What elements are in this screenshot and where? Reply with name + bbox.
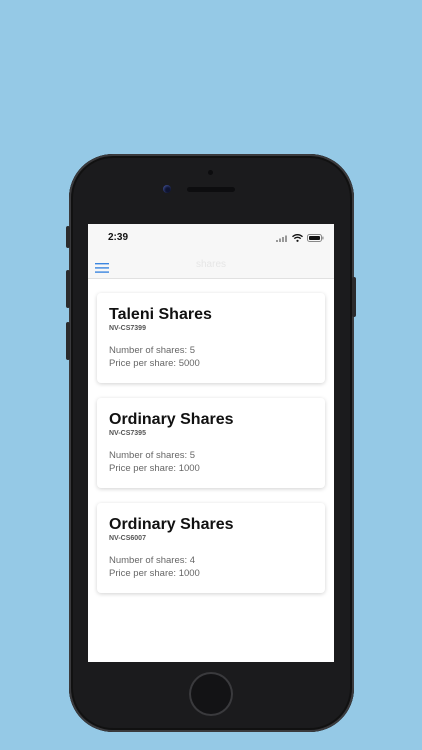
share-code: NV-CS7395 bbox=[109, 430, 146, 437]
home-button[interactable] bbox=[189, 672, 233, 716]
share-card[interactable]: Ordinary Shares NV-CS7395 Number of shar… bbox=[97, 398, 325, 488]
earpiece-speaker bbox=[187, 187, 235, 192]
signal-icon bbox=[276, 229, 288, 247]
volume-down-button bbox=[66, 322, 70, 360]
share-price: Price per share: 5000 bbox=[109, 358, 200, 369]
navigation-bar: shares bbox=[88, 252, 334, 279]
status-time: 2:39 bbox=[108, 232, 129, 243]
share-title: Ordinary Shares bbox=[109, 516, 234, 533]
share-code: NV-CS6007 bbox=[109, 535, 146, 542]
share-count: Number of shares: 5 bbox=[109, 345, 196, 356]
app-screen: 2:39 shares Taleni Shares NV-CS7399 Numb… bbox=[88, 224, 334, 662]
share-card[interactable]: Ordinary Shares NV-CS6007 Number of shar… bbox=[97, 503, 325, 593]
share-title: Ordinary Shares bbox=[109, 411, 234, 428]
share-code: NV-CS7399 bbox=[109, 325, 146, 332]
status-bar: 2:39 bbox=[88, 224, 334, 252]
proximity-sensor bbox=[208, 170, 213, 175]
battery-icon bbox=[307, 229, 324, 247]
power-button bbox=[352, 277, 356, 317]
share-title: Taleni Shares bbox=[109, 306, 212, 323]
share-price: Price per share: 1000 bbox=[109, 568, 200, 579]
volume-up-button bbox=[66, 270, 70, 308]
share-price: Price per share: 1000 bbox=[109, 463, 200, 474]
share-count: Number of shares: 4 bbox=[109, 555, 196, 566]
page-title: shares bbox=[195, 259, 226, 270]
mute-switch bbox=[66, 226, 70, 248]
share-card[interactable]: Taleni Shares NV-CS7399 Number of shares… bbox=[97, 293, 325, 383]
share-count: Number of shares: 5 bbox=[109, 450, 196, 461]
wifi-icon bbox=[292, 229, 303, 247]
front-camera bbox=[163, 185, 171, 193]
status-icons bbox=[276, 234, 324, 242]
